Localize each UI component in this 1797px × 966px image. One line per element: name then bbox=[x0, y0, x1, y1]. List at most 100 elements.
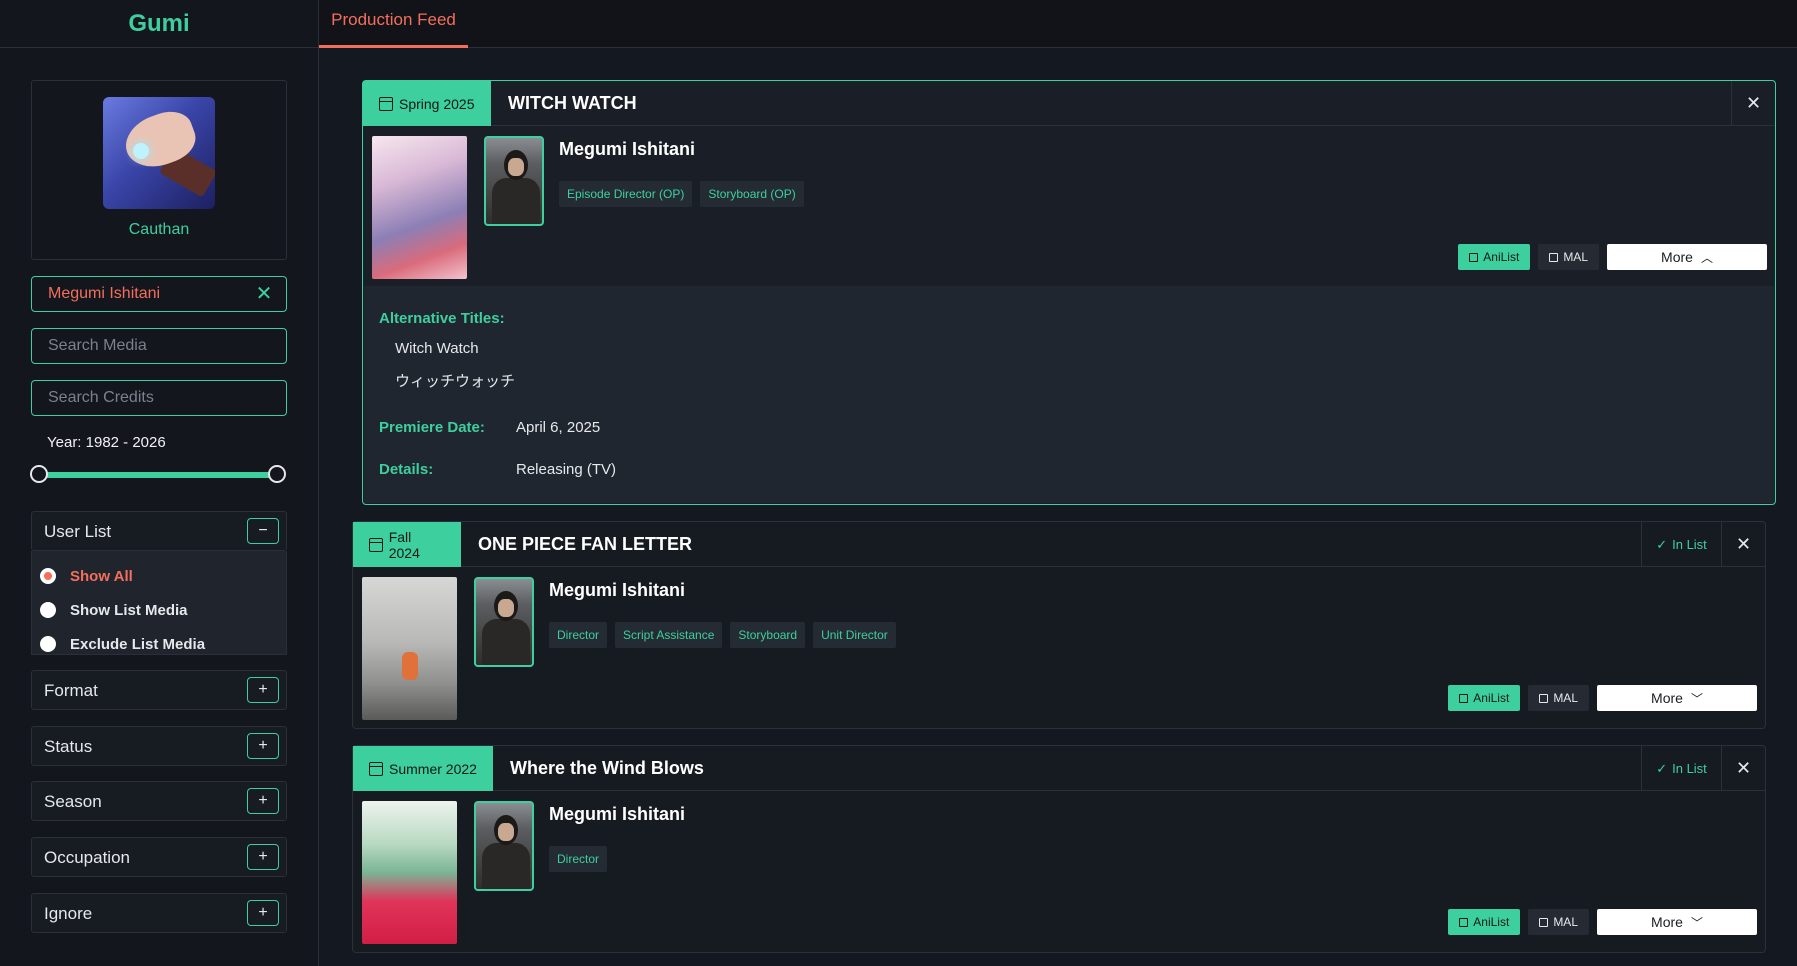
staff-name[interactable]: Megumi Ishitani bbox=[549, 804, 685, 825]
role-tag: Unit Director bbox=[813, 622, 896, 648]
tab-production-feed[interactable]: Production Feed bbox=[319, 0, 468, 48]
occupation-accordion[interactable]: Occupation + bbox=[31, 837, 287, 877]
radio-icon[interactable] bbox=[40, 602, 56, 618]
season-badge: Spring 2025 bbox=[363, 81, 491, 126]
role-tag: Storyboard (OP) bbox=[700, 181, 804, 207]
collapse-button[interactable]: − bbox=[247, 518, 279, 544]
radio-icon[interactable] bbox=[40, 636, 56, 652]
alt-title: Witch Watch bbox=[395, 340, 479, 357]
status-accordion[interactable]: Status + bbox=[31, 726, 287, 766]
close-button[interactable]: ✕ bbox=[1721, 522, 1765, 567]
in-list-badge: ✓ In List bbox=[1641, 522, 1721, 567]
status-title: Status bbox=[44, 737, 93, 756]
format-accordion[interactable]: Format + bbox=[31, 670, 287, 710]
external-link-icon bbox=[1459, 917, 1469, 927]
role-list: Director Script Assistance Storyboard Un… bbox=[549, 622, 896, 648]
mal-link[interactable]: MAL bbox=[1528, 909, 1589, 935]
more-button[interactable]: More ﹀ bbox=[1597, 685, 1757, 711]
premiere-value: April 6, 2025 bbox=[516, 419, 601, 436]
year-slider-max-handle[interactable] bbox=[268, 465, 286, 483]
calendar-icon bbox=[369, 761, 383, 776]
media-poster[interactable] bbox=[372, 136, 467, 279]
chevron-down-icon: ﹀ bbox=[1690, 691, 1703, 706]
staff-name[interactable]: Megumi Ishitani bbox=[559, 139, 695, 160]
radio-selected-icon[interactable] bbox=[40, 568, 56, 584]
season-accordion[interactable]: Season + bbox=[31, 781, 287, 821]
expand-button[interactable]: + bbox=[247, 900, 279, 926]
mal-link[interactable]: MAL bbox=[1538, 244, 1599, 270]
season-badge: Fall 2024 bbox=[353, 522, 461, 567]
chevron-up-icon: ︿ bbox=[1700, 250, 1713, 265]
role-tag: Director bbox=[549, 846, 608, 872]
details-label: Details: bbox=[379, 461, 434, 478]
staff-search-value: Megumi Ishitani bbox=[48, 285, 161, 302]
year-slider-min-handle[interactable] bbox=[30, 465, 48, 483]
expand-button[interactable]: + bbox=[247, 733, 279, 759]
media-title[interactable]: WITCH WATCH bbox=[508, 93, 637, 114]
card-actions: AniList MAL More ﹀ bbox=[1448, 685, 1757, 711]
media-title[interactable]: ONE PIECE FAN LETTER bbox=[478, 534, 692, 555]
external-link-icon bbox=[1539, 693, 1549, 703]
season-badge: Summer 2022 bbox=[353, 746, 493, 791]
role-list: Episode Director (OP) Storyboard (OP) bbox=[559, 181, 804, 207]
more-button[interactable]: More ︿ bbox=[1607, 244, 1767, 270]
ignore-accordion[interactable]: Ignore + bbox=[31, 893, 287, 933]
card-header: Fall 2024 ONE PIECE FAN LETTER ✓ In List … bbox=[353, 522, 1765, 567]
user-list-accordion[interactable]: User List − bbox=[31, 511, 287, 551]
close-button[interactable]: ✕ bbox=[1721, 746, 1765, 791]
chevron-down-icon: ﹀ bbox=[1690, 915, 1703, 930]
card-header: Spring 2025 WITCH WATCH ✕ bbox=[363, 81, 1775, 126]
role-list: Director bbox=[549, 846, 608, 872]
anilist-link[interactable]: AniList bbox=[1448, 685, 1521, 711]
external-link-icon bbox=[1549, 252, 1559, 262]
card-header: Summer 2022 Where the Wind Blows ✓ In Lis… bbox=[353, 746, 1765, 791]
brand-logo[interactable]: Gumi bbox=[0, 0, 318, 48]
profile-card: Cauthan bbox=[31, 80, 287, 260]
staff-photo[interactable] bbox=[484, 136, 544, 226]
anilist-link[interactable]: AniList bbox=[1458, 244, 1531, 270]
user-list-options: Show All Show List Media Exclude List Me… bbox=[31, 551, 287, 655]
year-range-label: Year: 1982 - 2026 bbox=[47, 434, 166, 451]
expand-button[interactable]: + bbox=[247, 788, 279, 814]
occupation-title: Occupation bbox=[44, 848, 130, 867]
calendar-icon bbox=[369, 537, 383, 552]
calendar-icon bbox=[379, 96, 393, 111]
anilist-link[interactable]: AniList bbox=[1448, 909, 1521, 935]
year-slider-track[interactable] bbox=[40, 472, 278, 478]
expand-button[interactable]: + bbox=[247, 677, 279, 703]
more-button[interactable]: More ﹀ bbox=[1597, 909, 1757, 935]
card-actions: AniList MAL More ﹀ bbox=[1448, 909, 1757, 935]
staff-photo[interactable] bbox=[474, 801, 534, 891]
close-button[interactable]: ✕ bbox=[1731, 81, 1775, 126]
ignore-title: Ignore bbox=[44, 904, 93, 923]
season-title: Season bbox=[44, 792, 102, 811]
check-icon: ✓ bbox=[1656, 760, 1668, 776]
alt-titles-label: Alternative Titles: bbox=[379, 310, 505, 327]
search-credits-placeholder: Search Credits bbox=[48, 389, 154, 406]
search-media-input[interactable]: Search Media bbox=[31, 328, 287, 364]
close-icon[interactable]: ✕ bbox=[254, 284, 274, 304]
radio-show-list-media[interactable]: Show List Media bbox=[40, 600, 188, 620]
media-poster[interactable] bbox=[362, 577, 457, 720]
role-tag: Script Assistance bbox=[615, 622, 723, 648]
expand-button[interactable]: + bbox=[247, 844, 279, 870]
role-tag: Episode Director (OP) bbox=[559, 181, 693, 207]
media-card: Fall 2024 ONE PIECE FAN LETTER ✓ In List … bbox=[352, 521, 1766, 729]
sidebar: Gumi Cauthan Megumi Ishitani ✕ Search Me… bbox=[0, 0, 319, 966]
media-title[interactable]: Where the Wind Blows bbox=[510, 758, 704, 779]
mal-link[interactable]: MAL bbox=[1528, 685, 1589, 711]
card-actions: AniList MAL More ︿ bbox=[1458, 244, 1767, 270]
staff-name[interactable]: Megumi Ishitani bbox=[549, 580, 685, 601]
role-tag: Director bbox=[549, 622, 608, 648]
username[interactable]: Cauthan bbox=[32, 221, 286, 239]
user-list-title: User List bbox=[44, 522, 112, 541]
external-link-icon bbox=[1459, 693, 1469, 703]
search-credits-input[interactable]: Search Credits bbox=[31, 380, 287, 416]
radio-exclude-list-media[interactable]: Exclude List Media bbox=[40, 634, 205, 654]
staff-photo[interactable] bbox=[474, 577, 534, 667]
radio-show-all[interactable]: Show All bbox=[40, 566, 133, 586]
staff-search-input[interactable]: Megumi Ishitani ✕ bbox=[31, 276, 287, 312]
avatar[interactable] bbox=[103, 97, 215, 209]
details-value: Releasing (TV) bbox=[516, 461, 617, 478]
media-poster[interactable] bbox=[362, 801, 457, 944]
